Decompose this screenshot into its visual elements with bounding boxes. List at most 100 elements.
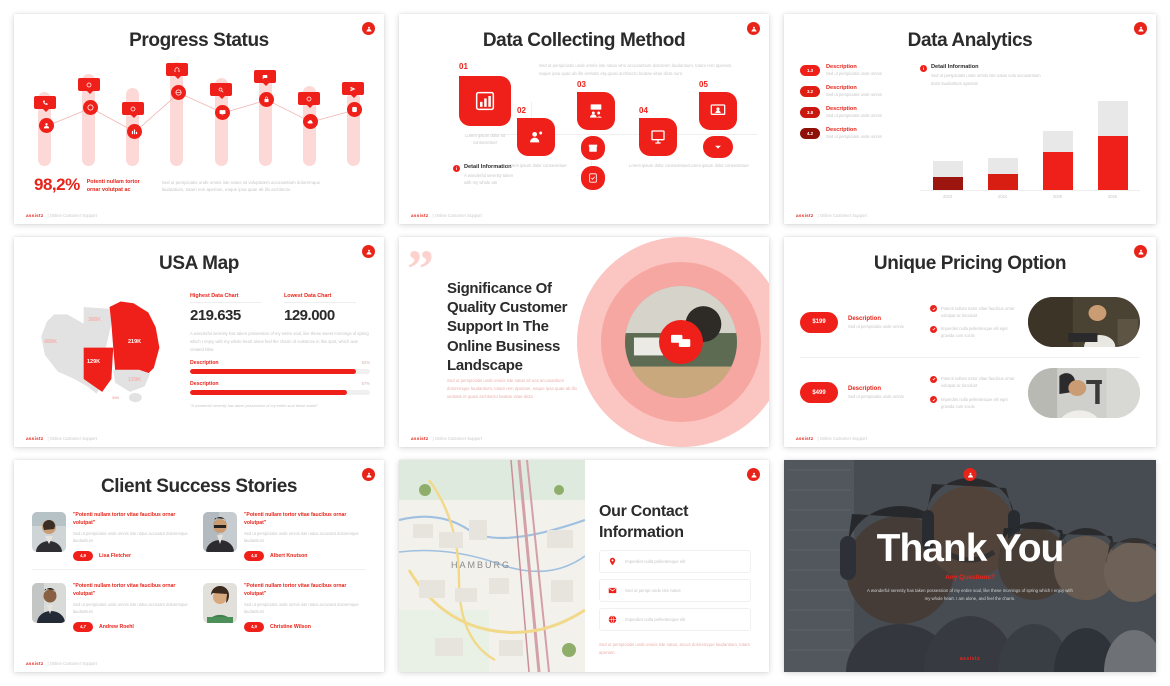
metric-row[interactable]: 3.2 Description Sed ut perspiciatis unde…	[800, 85, 908, 97]
contact-item-email[interactable]: Sed ut perspi unde iste natus	[599, 578, 751, 602]
plan-feature-text: Imperdiet nulla pellentesque elit eget g…	[941, 326, 1008, 339]
plan-feature-text: Imperdiet nulla pellentesque elit eget g…	[941, 396, 1008, 409]
plan-feature: Imperdiet nulla pellentesque elit eget g…	[930, 325, 1018, 339]
detail-text: A wonderful serenity taken with my whole…	[464, 173, 514, 186]
contact-item-website[interactable]: Imperdiet nulla pellentesque elit	[599, 607, 751, 631]
progress-fill	[190, 390, 347, 396]
tip-gear-icon[interactable]	[298, 92, 320, 108]
map-label: 39K	[112, 395, 120, 400]
footer: assistz | Online Customer Support	[26, 436, 97, 441]
footer-tagline: | Online Customer Support	[432, 213, 482, 218]
check-icon	[930, 375, 937, 383]
step-caption: Lorem ipsum dolor consectetuer	[629, 163, 689, 168]
tip-chat-icon[interactable]	[254, 70, 276, 86]
plan-sub: Sed ut perspiciatis unde omnis	[848, 394, 904, 400]
step-sub-card-gift-icon[interactable]	[581, 136, 605, 160]
page-title: Data Collecting Method	[482, 30, 686, 51]
footer-tagline: | Online Customer Support	[432, 436, 482, 441]
slide-data-analytics[interactable]: Data Analytics 1.3 Description Sed ut pe…	[784, 14, 1156, 224]
metric-row[interactable]: 3.8 Description Sed ut perspiciatis unde…	[800, 106, 908, 118]
tip-headset-icon[interactable]	[166, 63, 188, 79]
page-title: Data Analytics	[907, 30, 1033, 51]
node-chart-icon[interactable]	[127, 124, 142, 139]
plan-feature: Potenti nullam tortor vitae faucibus orn…	[930, 305, 1018, 319]
plan-heading: Description	[848, 386, 882, 393]
axis-tick: 2023	[942, 194, 953, 200]
step-caption: Lorem ipsum dolor consectetuer	[689, 163, 749, 168]
node-user-icon[interactable]	[39, 118, 54, 133]
node-gear-icon[interactable]	[83, 100, 98, 115]
contact-paragraph: Sed ut perspiciatis unde omnis iste natu…	[599, 641, 750, 655]
step-card-user-share-icon[interactable]	[517, 118, 555, 156]
tip-gear-icon[interactable]	[78, 78, 100, 94]
step-card-bar-chart-icon[interactable]	[459, 76, 511, 126]
testimonial-card[interactable]: "Potenti nullam tortor vitae faucibus or…	[199, 575, 370, 640]
metric-row[interactable]: 4.2 Description Sed ut perspiciatis unde…	[800, 127, 908, 139]
progress-track	[190, 369, 370, 375]
rating-score: 4,9	[73, 550, 93, 561]
page-title: Thank You	[876, 526, 1065, 570]
metric-row[interactable]: 1.3 Description Sed ut perspiciatis unde…	[800, 64, 908, 76]
location-map[interactable]: HAMBURG	[399, 460, 585, 672]
metric-text: Sed ut perspiciatis unde omnis	[826, 71, 882, 76]
slide-significance[interactable]: ” Significance Of Quality Customer Suppo…	[399, 237, 769, 447]
step-sub-card-chevron-down-icon[interactable]	[703, 136, 733, 158]
divider	[32, 568, 366, 570]
node-database-icon[interactable]	[347, 102, 362, 117]
slide-thank-you[interactable]: Thank You Any Questions? A wonderful ser…	[784, 460, 1156, 672]
testimonial-card[interactable]: "Potenti nullam tortor vitae faucibus or…	[28, 575, 199, 640]
slide-our-contact-information[interactable]: HAMBURG Our Contact Information Imperdie…	[399, 460, 769, 672]
slide-progress-status[interactable]: Progress Status 98,2% Potenti nullam tor…	[14, 14, 384, 224]
envelope-icon	[608, 586, 617, 595]
map-label: 219K	[128, 339, 142, 345]
node-monitor-icon[interactable]	[215, 105, 230, 120]
footer-tagline: | Online Customer Support	[47, 213, 97, 218]
client-name: Lisa Fletcher	[99, 552, 132, 559]
tip-send-icon[interactable]	[342, 82, 364, 98]
progress-row: Description 87%	[190, 381, 370, 396]
footer-tagline: | Online Customer Support	[47, 436, 97, 441]
avatar	[203, 512, 237, 552]
tip-phone-icon[interactable]	[34, 96, 56, 112]
tip-search-icon[interactable]	[210, 83, 232, 99]
footer-brand: assistz	[796, 213, 814, 218]
footer-brand: assistz	[26, 213, 44, 218]
step-card-presentation-icon[interactable]	[639, 118, 677, 156]
footer-brand: assistz	[26, 661, 44, 666]
node-globe-icon[interactable]	[171, 85, 186, 100]
step-sub-card-checklist-icon[interactable]	[581, 166, 605, 190]
testimonial-card[interactable]: "Potenti nullam tortor vitae faucibus or…	[28, 504, 199, 569]
step-card-team-board-icon[interactable]	[577, 92, 615, 130]
pricing-plan-row[interactable]: $499 Description Sed ut perspiciatis und…	[800, 362, 1140, 424]
country-map[interactable]: 488K 388K 219K 129K 129K 39K	[28, 283, 180, 403]
page-title: USA Map	[159, 253, 239, 274]
pricing-plan-row[interactable]: $199 Description Sed ut perspiciatis und…	[800, 291, 1140, 353]
chart-column[interactable]	[932, 99, 963, 191]
node-lock-icon[interactable]	[259, 92, 274, 107]
tip-gear-icon[interactable]	[122, 102, 144, 118]
map-label: 488K	[44, 339, 58, 345]
step-card-user-screen-icon[interactable]	[699, 92, 737, 130]
chart-column[interactable]	[1097, 99, 1128, 191]
metrics-list: 1.3 Description Sed ut perspiciatis unde…	[800, 64, 908, 199]
chart-segment-remainder	[1097, 100, 1128, 136]
avatar	[32, 512, 66, 552]
progress-track	[190, 390, 370, 396]
chart-column[interactable]	[987, 99, 1018, 191]
metric-heading: Description	[826, 85, 857, 91]
chart-segment-value	[1042, 151, 1073, 191]
axis-tick: 2026	[1107, 194, 1118, 200]
testimonial-card[interactable]: "Potenti nullam tortor vitae faucibus or…	[199, 504, 370, 569]
plan-feature: Potenti nullam tortor vitae faucibus orn…	[930, 375, 1018, 389]
thank-you-paragraph: A wonderful serenity has taken possessio…	[867, 587, 1073, 601]
page-title: Unique Pricing Option	[873, 253, 1067, 274]
plan-feature-text: Potenti nullam tortor vitae faucibus orn…	[941, 376, 1015, 389]
slide-data-collecting-method[interactable]: Data Collecting Method 01 Lorem ipsum do…	[399, 14, 769, 224]
node-cloud-icon[interactable]	[303, 114, 318, 129]
contact-item-location[interactable]: Imperdiet nulla pellentesque elit	[599, 549, 751, 573]
chart-column[interactable]	[1042, 99, 1073, 191]
slide-client-success-stories[interactable]: Client Success Stories "Potenti nullam t…	[14, 460, 384, 672]
slide-usa-map[interactable]: USA Map 488K 388K 219K 129K 129K 39K Hig…	[14, 237, 384, 447]
progress-percent: 98,2%	[34, 175, 80, 194]
slide-unique-pricing-option[interactable]: Unique Pricing Option $199 Description S…	[784, 237, 1156, 447]
